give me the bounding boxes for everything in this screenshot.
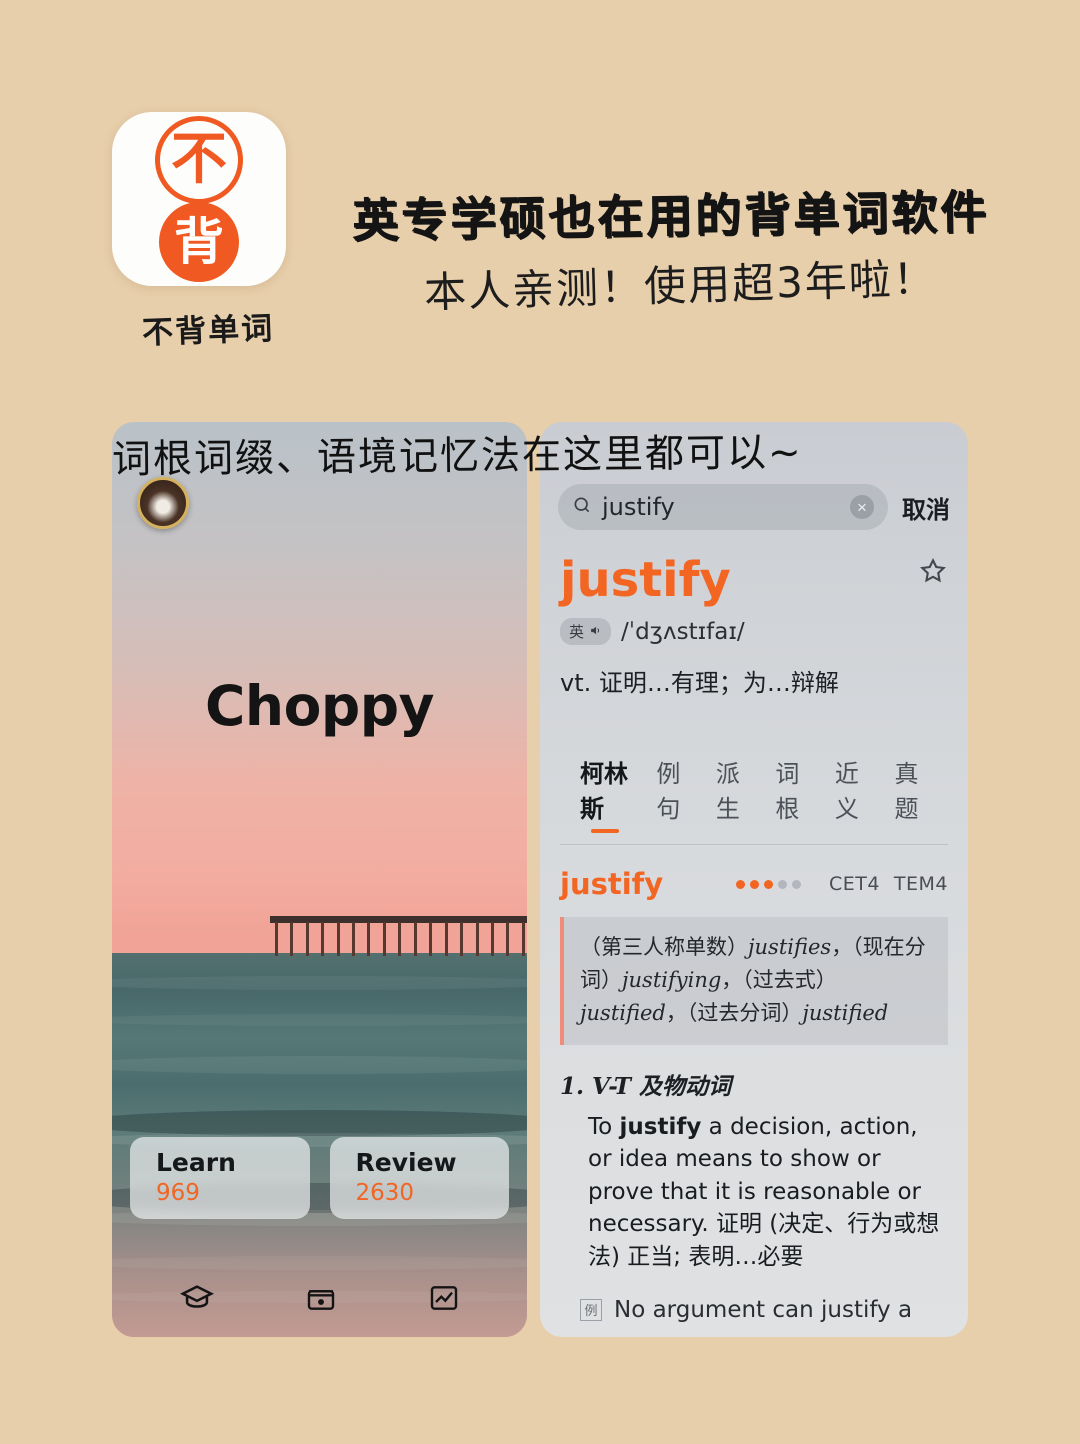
- cancel-button[interactable]: 取消: [902, 490, 950, 525]
- right-phone-dictionary: justify × 取消 justify 英 /ˈdʒʌstɪfaɪ/ vt. …: [540, 422, 968, 1337]
- sense-1-pos: 1. V-T 及物动词: [560, 1072, 732, 1100]
- sense-1-definition: To justify a decision, action, or idea m…: [588, 1111, 948, 1274]
- form-third-person: justifies: [748, 935, 832, 959]
- box-icon[interactable]: [305, 1282, 337, 1314]
- learn-card[interactable]: Learn 969: [130, 1137, 310, 1219]
- tab-roots[interactable]: 词根: [775, 754, 809, 832]
- bottom-nav-bar: [112, 1281, 527, 1315]
- word-forms-box: （第三人称单数）justifies，（现在分词）justifying，（过去式）…: [560, 917, 948, 1045]
- forms-prefix: （第三人称单数）: [580, 935, 748, 959]
- difficulty-rating: [735, 879, 801, 889]
- example-marker-icon: 例: [580, 1298, 602, 1321]
- sense-1: 1. V-T 及物动词 To justify a decision, actio…: [540, 1045, 968, 1337]
- search-icon: [572, 495, 592, 520]
- search-value: justify: [602, 493, 675, 521]
- app-icon-bottom-glyph: 背: [159, 202, 239, 282]
- handwritten-annotation: 词根词缀、语境记忆法在这里都可以~: [111, 430, 803, 483]
- word-of-the-day: Choppy: [205, 674, 434, 738]
- learn-label: Learn: [156, 1148, 236, 1177]
- status-badge: CET4: [828, 873, 880, 895]
- sense-1-en-pre: To: [588, 1113, 620, 1140]
- entry-header: justify CET4 TEM4: [540, 845, 968, 901]
- brief-definition: vt. 证明…有理；为…辩解: [560, 669, 839, 697]
- avatar[interactable]: [137, 477, 189, 529]
- graduation-cap-icon[interactable]: [179, 1281, 214, 1315]
- close-icon[interactable]: ×: [850, 495, 874, 519]
- status-badge: TEM4: [893, 873, 948, 895]
- example-1-en: No argument can justify a war.: [614, 1296, 913, 1337]
- pronunciation-badge[interactable]: 英: [560, 618, 612, 645]
- left-phone-screenshot: Choppy Learn 969 Review 2630: [112, 422, 527, 1337]
- form-past-tense: justified: [580, 1001, 666, 1026]
- dictionary-tabs: 柯林斯 例句 派生 词根 近义 真题: [560, 726, 948, 845]
- page-title: justify: [560, 552, 731, 608]
- learn-count: 969: [156, 1179, 200, 1206]
- lang-label: 英: [569, 623, 585, 641]
- form-present-participle: justifying: [622, 968, 722, 993]
- search-input[interactable]: justify ×: [558, 484, 888, 530]
- forms-sep-2: ，（过去式）: [721, 968, 837, 993]
- sense-1-en-bold: justify: [619, 1113, 702, 1140]
- speaker-icon: [589, 623, 602, 641]
- app-name-label: 不背单词: [141, 310, 275, 352]
- chart-icon[interactable]: [428, 1282, 460, 1314]
- example-1: 例 No argument can justify a war. 任何理由都不能…: [580, 1294, 948, 1337]
- poster-page: 不 背 不背单词 英专学硕也在用的背单词软件 本人亲测！使用超3年啦！ Chop…: [0, 0, 1080, 1444]
- tab-exam-questions[interactable]: 真题: [894, 754, 928, 832]
- form-past-participle: justified: [802, 1001, 889, 1026]
- entry-headword: justify: [560, 867, 664, 901]
- phonetic-text: /ˈdʒʌstɪfaɪ/: [621, 618, 745, 645]
- review-count: 2630: [355, 1179, 415, 1206]
- poster-subheadline: 本人亲测！使用超3年啦！: [423, 253, 938, 318]
- word-header: justify: [540, 530, 968, 604]
- tab-collins[interactable]: 柯林斯: [580, 754, 630, 833]
- review-label: Review: [355, 1148, 457, 1177]
- review-card[interactable]: Review 2630: [329, 1137, 509, 1219]
- pier-silhouette: [269, 916, 527, 964]
- tab-synonyms[interactable]: 近义: [835, 754, 869, 832]
- action-card-row: Learn 969 Review 2630: [130, 1137, 509, 1219]
- forms-sep-3: ，（过去分词）: [665, 1001, 803, 1026]
- tab-derivatives[interactable]: 派生: [716, 754, 750, 832]
- app-icon-top-glyph: 不: [155, 116, 243, 204]
- exam-tags: CET4 TEM4: [829, 873, 948, 895]
- poster-headline: 英专学硕也在用的背单词软件: [351, 184, 990, 248]
- phonetic-row: 英 /ˈdʒʌstɪfaɪ/: [540, 604, 968, 645]
- star-outline-icon[interactable]: [918, 556, 948, 591]
- app-icon: 不 背: [112, 112, 286, 286]
- tab-examples[interactable]: 例句: [656, 754, 690, 832]
